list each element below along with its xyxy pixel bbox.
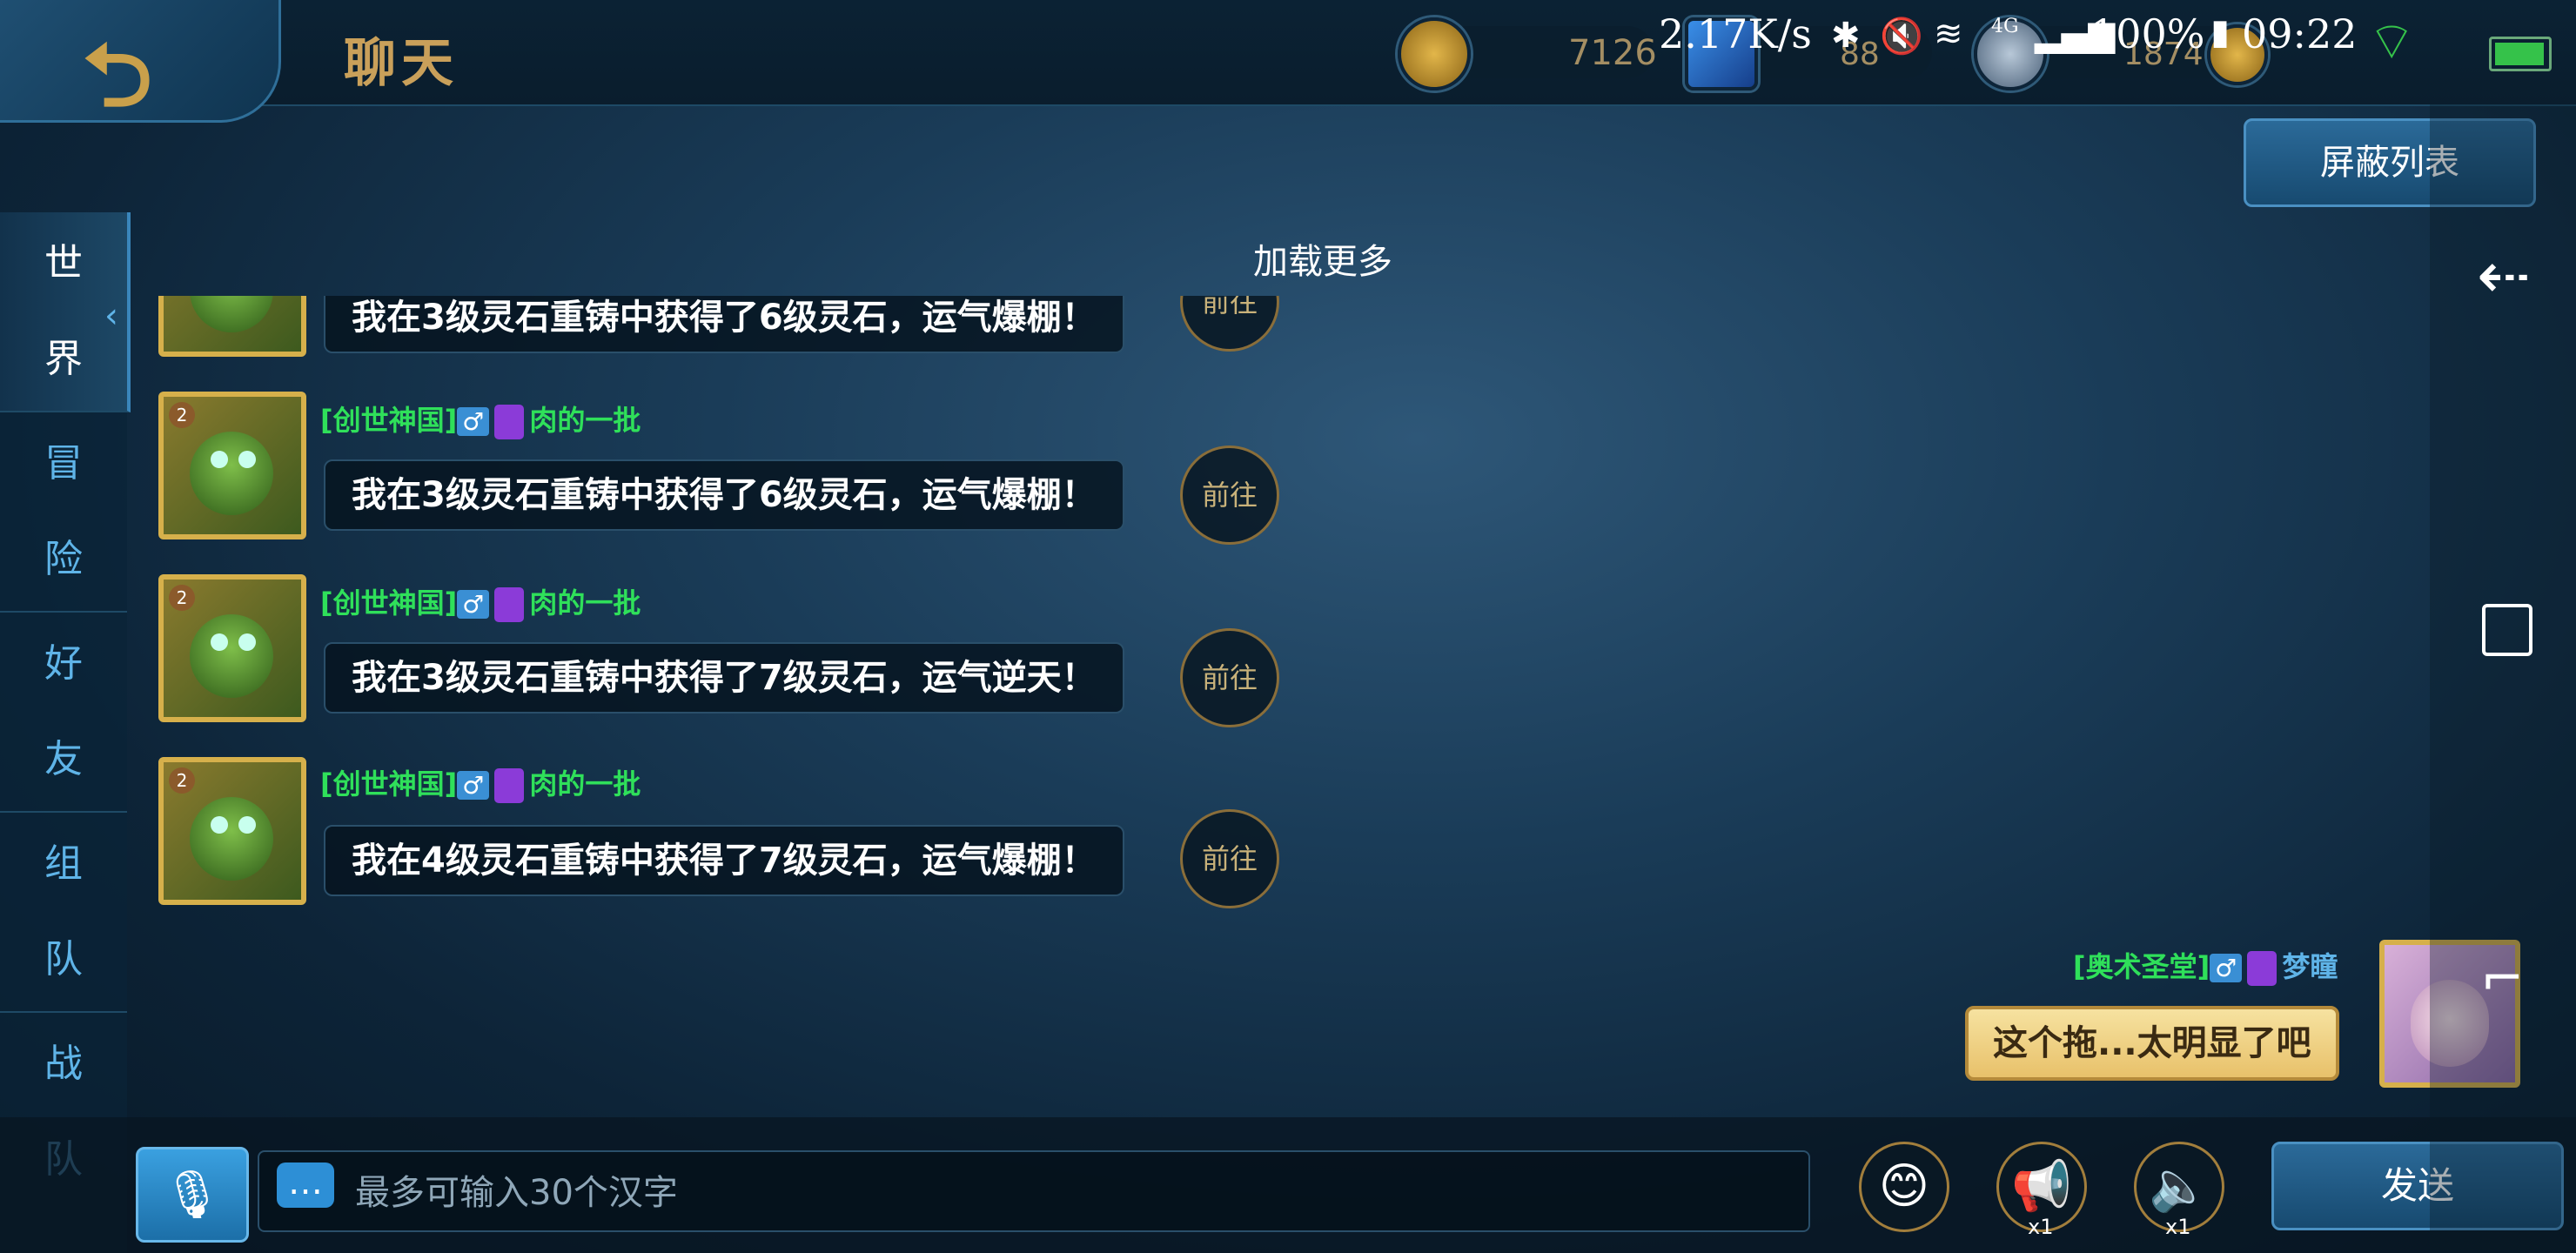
go-button[interactable]: 前往 <box>1180 446 1279 545</box>
go-button[interactable]: 前往 <box>1180 809 1279 908</box>
avatar[interactable]: 2 <box>158 574 306 722</box>
battery-percent: 100% <box>2090 10 2205 57</box>
tab-label: 战 <box>44 1042 83 1086</box>
nav-recents-icon[interactable] <box>2482 604 2532 656</box>
vip-icon <box>494 768 525 803</box>
tab-label: 友 <box>44 737 83 781</box>
net-speed: 2.17K/s <box>1659 10 1812 57</box>
chat-input-placeholder: 最多可输入30个汉字 <box>355 1173 678 1213</box>
vip-icon <box>2247 951 2277 986</box>
player-name[interactable]: 梦瞳 <box>2282 950 2338 983</box>
guild-name: [创世神国] <box>320 586 458 620</box>
game-wifi-icon: ⌔ <box>2367 11 2417 72</box>
sender-line: [创世神国] ♂ 肉的一批 <box>320 399 641 439</box>
sender-line: [创世神国] ♂ 肉的一批 <box>320 762 641 803</box>
tab-label: 险 <box>44 537 83 581</box>
page-title: 聊天 <box>344 33 459 94</box>
horn-icon: 📢 <box>2011 1158 2072 1215</box>
clock: 09:22 <box>2242 10 2358 57</box>
voice-input-button[interactable]: 🎙 <box>136 1147 249 1243</box>
vip-icon <box>494 405 525 439</box>
chat-message-partial: 我在3级灵石重铸中获得了6级灵石，运气爆棚！ 前往 <box>0 296 1392 358</box>
channel-tabs: 世 界 冒 险 好 友 组 队 战 队 <box>0 212 131 1253</box>
tab-label: 组 <box>44 841 83 886</box>
chat-bubble-icon: … <box>277 1163 334 1208</box>
emoji-button[interactable]: 😊 <box>1859 1142 1949 1232</box>
horn-count: x1 <box>2028 1215 2054 1239</box>
sender-line: [创世神国] ♂ 肉的一批 <box>320 581 641 622</box>
tab-label: 好 <box>44 641 83 686</box>
smiley-icon: 😊 <box>1878 1158 1930 1215</box>
tab-team[interactable]: 组 队 <box>0 813 127 1013</box>
back-button[interactable]: ⮌ <box>0 0 281 126</box>
nav-back-icon[interactable]: ⇠ <box>2477 238 2531 313</box>
message-bubble: 我在4级灵石重铸中获得了7级灵石，运气爆棚！ <box>324 825 1124 896</box>
avatar[interactable]: 2 <box>158 757 306 905</box>
player-name[interactable]: 肉的一批 <box>529 767 641 801</box>
guild-name: [创世神国] <box>320 404 458 437</box>
guild-name: [创世神国] <box>320 767 458 801</box>
message-bubble: 我在3级灵石重铸中获得了6级灵石，运气爆棚！ <box>324 459 1124 531</box>
gold-coin-icon[interactable] <box>1398 17 1471 90</box>
tab-label: 冒 <box>44 441 83 486</box>
tab-label: 队 <box>44 937 83 982</box>
level-badge: 2 <box>169 585 195 611</box>
mute-icon: 🔇 <box>1880 17 1923 57</box>
bluetooth-icon: ✱ <box>1831 16 1861 56</box>
player-name[interactable]: 肉的一批 <box>529 586 641 620</box>
player-name[interactable]: 肉的一批 <box>529 404 641 437</box>
signal-label: 4G <box>1991 16 2019 37</box>
speaker-icon: 🔈 <box>2149 1158 2210 1215</box>
avatar[interactable] <box>158 296 306 357</box>
male-icon: ♂ <box>2210 954 2243 982</box>
battery-status-icon: ▮ <box>2210 12 2231 52</box>
male-icon: ♂ <box>457 771 490 800</box>
self-sender-line: [奥术圣堂] ♂ 梦瞳 <box>2073 945 2338 986</box>
male-icon: ♂ <box>457 407 490 436</box>
tab-adventure[interactable]: 冒 险 <box>0 412 127 613</box>
game-battery-icon <box>2489 37 2552 71</box>
tab-friends[interactable]: 好 友 <box>0 613 127 813</box>
back-arrow-icon: ⮌ <box>83 24 153 126</box>
go-button[interactable]: 前往 <box>1180 628 1279 727</box>
vip-icon <box>494 587 525 622</box>
level-badge: 2 <box>169 767 195 794</box>
load-more-link[interactable]: 加载更多 <box>1253 233 1392 284</box>
wifi-icon: ≋ <box>1934 14 1963 54</box>
gold-value: 7126 <box>1568 33 1657 73</box>
avatar[interactable]: 2 <box>158 392 306 539</box>
go-button[interactable]: 前往 <box>1180 296 1279 352</box>
speaker-count: x1 <box>2165 1215 2191 1239</box>
male-icon: ♂ <box>457 590 490 619</box>
level-badge: 2 <box>169 402 195 428</box>
self-message-bubble: 这个拖...太明显了吧 <box>1965 1006 2339 1081</box>
message-bubble: 我在3级灵石重铸中获得了7级灵石，运气逆天！ <box>324 642 1124 714</box>
microphone-icon: 🎙 <box>162 1167 223 1222</box>
nav-home-icon[interactable]: ⌐ <box>2480 948 2524 1009</box>
guild-name: [奥术圣堂] <box>2073 950 2210 983</box>
message-bubble: 我在3级灵石重铸中获得了6级灵石，运气爆棚！ <box>324 296 1124 353</box>
